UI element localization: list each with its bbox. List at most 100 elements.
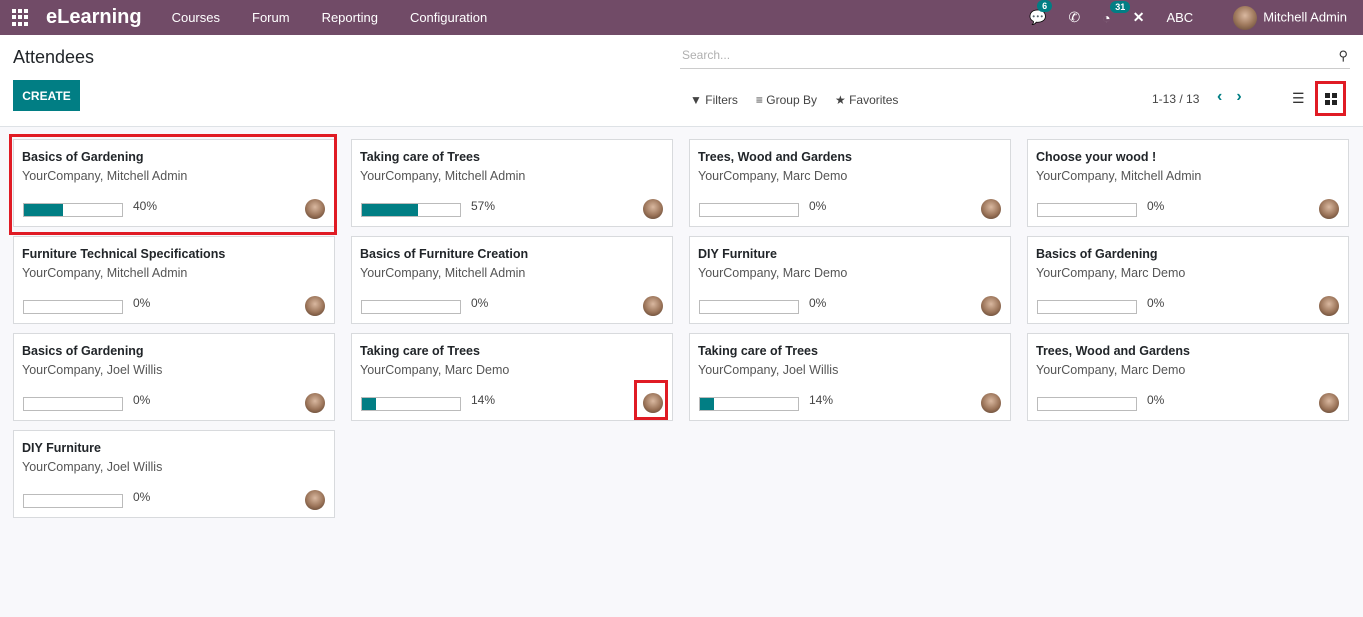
progress-bar	[699, 300, 799, 314]
progress-bar	[23, 203, 123, 217]
attendee-avatar[interactable]	[643, 393, 663, 413]
card-subtitle: YourCompany, Marc Demo	[1036, 363, 1186, 377]
card-subtitle: YourCompany, Marc Demo	[1036, 266, 1186, 280]
card-subtitle: YourCompany, Mitchell Admin	[360, 169, 526, 183]
clock-icon: ◔	[1102, 9, 1111, 26]
kanban-card[interactable]: DIY Furniture YourCompany, Joel Willis 0%	[13, 430, 335, 518]
menu-forum[interactable]: Forum	[252, 10, 290, 25]
card-subtitle: YourCompany, Marc Demo	[698, 169, 848, 183]
pager-value[interactable]: 1-13 / 13	[1152, 92, 1199, 106]
top-navbar: eLearning Courses Forum Reporting Config…	[0, 0, 1363, 35]
control-panel: Attendees CREATE Search... ⚲ ▼ Filters ≡…	[0, 35, 1363, 127]
progress-bar	[361, 397, 461, 411]
progress-percent: 0%	[1147, 393, 1165, 407]
app-name[interactable]: eLearning	[46, 6, 142, 29]
card-subtitle: YourCompany, Marc Demo	[698, 266, 848, 280]
search-icon[interactable]: ⚲	[1338, 46, 1348, 66]
card-subtitle: YourCompany, Joel Willis	[698, 363, 839, 377]
attendee-avatar[interactable]	[1319, 393, 1339, 413]
card-subtitle: YourCompany, Mitchell Admin	[360, 266, 526, 280]
kanban-card[interactable]: Taking care of Trees YourCompany, Mitchel…	[351, 139, 673, 227]
kanban-card[interactable]: Trees, Wood and Gardens YourCompany, Marc…	[1027, 333, 1349, 421]
user-name: Mitchell Admin	[1263, 8, 1347, 24]
progress-bar	[361, 300, 461, 314]
attendee-avatar[interactable]	[643, 199, 663, 219]
attendee-avatar[interactable]	[305, 393, 325, 413]
messages-button[interactable]: 💬 6	[1029, 0, 1053, 26]
apps-menu-icon[interactable]	[12, 8, 30, 27]
attendee-avatar[interactable]	[305, 490, 325, 510]
menu-reporting[interactable]: Reporting	[322, 10, 378, 25]
progress-bar	[23, 397, 123, 411]
prev-page-icon[interactable]: ‹	[1217, 88, 1222, 105]
progress-bar	[361, 203, 461, 217]
progress-bar	[699, 397, 799, 411]
card-title: Trees, Wood and Gardens	[698, 150, 852, 164]
card-title: Choose your wood !	[1036, 150, 1157, 164]
card-title: Trees, Wood and Gardens	[1036, 344, 1190, 358]
progress-bar	[1037, 300, 1137, 314]
kanban-card[interactable]: Basics of Gardening YourCompany, Joel Wil…	[13, 333, 335, 421]
favorites-label: Favorites	[849, 93, 899, 107]
attendee-avatar[interactable]	[981, 296, 1001, 316]
card-subtitle: YourCompany, Mitchell Admin	[22, 266, 188, 280]
kanban-view-button[interactable]	[1315, 81, 1346, 116]
progress-fill	[24, 204, 64, 216]
progress-bar	[23, 494, 123, 508]
progress-percent: 0%	[809, 199, 827, 213]
menu-configuration[interactable]: Configuration	[410, 10, 487, 25]
kanban-grid: Basics of Gardening YourCompany, Mitchell…	[13, 139, 1349, 518]
tools-icon[interactable]: ✕	[1133, 9, 1145, 26]
attendee-avatar[interactable]	[981, 199, 1001, 219]
kanban-card[interactable]: Taking care of Trees YourCompany, Marc De…	[351, 333, 673, 421]
phone-icon[interactable]: ✆	[1069, 9, 1081, 26]
attendee-avatar[interactable]	[1319, 199, 1339, 219]
attendee-avatar[interactable]	[981, 393, 1001, 413]
list-view-icon[interactable]: ☰	[1292, 90, 1305, 107]
kanban-card[interactable]: Basics of Gardening YourCompany, Marc Dem…	[1027, 236, 1349, 324]
progress-percent: 14%	[809, 393, 834, 407]
attendee-avatar[interactable]	[305, 199, 325, 219]
kanban-view-icon	[1324, 92, 1337, 105]
kanban-card[interactable]: Basics of Furniture Creation YourCompany,…	[351, 236, 673, 324]
filter-icon: ▼	[690, 93, 702, 107]
messages-badge: 6	[1037, 0, 1053, 12]
attendee-avatar[interactable]	[305, 296, 325, 316]
search-input[interactable]: Search... ⚲	[680, 45, 1350, 69]
kanban-card[interactable]: Basics of Gardening YourCompany, Mitchell…	[13, 139, 335, 227]
kanban-card[interactable]: Taking care of Trees YourCompany, Joel Wi…	[689, 333, 1011, 421]
card-title: Taking care of Trees	[360, 344, 480, 358]
card-subtitle: YourCompany, Mitchell Admin	[22, 169, 188, 183]
company-switcher[interactable]: ABC	[1166, 10, 1193, 25]
activities-button[interactable]: ◔ 31	[1102, 0, 1131, 26]
filters-button[interactable]: ▼ Filters	[690, 93, 738, 107]
card-title: Basics of Gardening	[22, 344, 144, 358]
attendee-avatar[interactable]	[1319, 296, 1339, 316]
progress-percent: 57%	[471, 199, 496, 213]
progress-percent: 0%	[1147, 296, 1165, 310]
next-page-icon[interactable]: ›	[1236, 88, 1241, 105]
create-button[interactable]: CREATE	[13, 80, 80, 111]
kanban-card[interactable]: Choose your wood ! YourCompany, Mitchell …	[1027, 139, 1349, 227]
attendee-avatar[interactable]	[643, 296, 663, 316]
favorites-button[interactable]: ★ Favorites	[835, 93, 898, 107]
star-icon: ★	[834, 93, 846, 107]
card-title: Taking care of Trees	[360, 150, 480, 164]
card-title: Furniture Technical Specifications	[22, 247, 226, 261]
groupby-button[interactable]: ≡ Group By	[756, 93, 817, 107]
card-subtitle: YourCompany, Mitchell Admin	[1036, 169, 1202, 183]
kanban-card[interactable]: Trees, Wood and Gardens YourCompany, Marc…	[689, 139, 1011, 227]
progress-fill	[362, 204, 418, 216]
progress-bar	[1037, 203, 1137, 217]
progress-percent: 0%	[133, 393, 151, 407]
progress-percent: 14%	[471, 393, 496, 407]
kanban-card[interactable]: DIY Furniture YourCompany, Marc Demo 0%	[689, 236, 1011, 324]
card-subtitle: YourCompany, Joel Willis	[22, 460, 163, 474]
progress-percent: 0%	[471, 296, 489, 310]
menu-courses[interactable]: Courses	[172, 10, 220, 25]
progress-bar	[23, 300, 123, 314]
card-subtitle: YourCompany, Joel Willis	[22, 363, 163, 377]
user-menu[interactable]: Mitchell Admin	[1233, 5, 1347, 30]
card-subtitle: YourCompany, Marc Demo	[360, 363, 510, 377]
kanban-card[interactable]: Furniture Technical Specifications YourCo…	[13, 236, 335, 324]
